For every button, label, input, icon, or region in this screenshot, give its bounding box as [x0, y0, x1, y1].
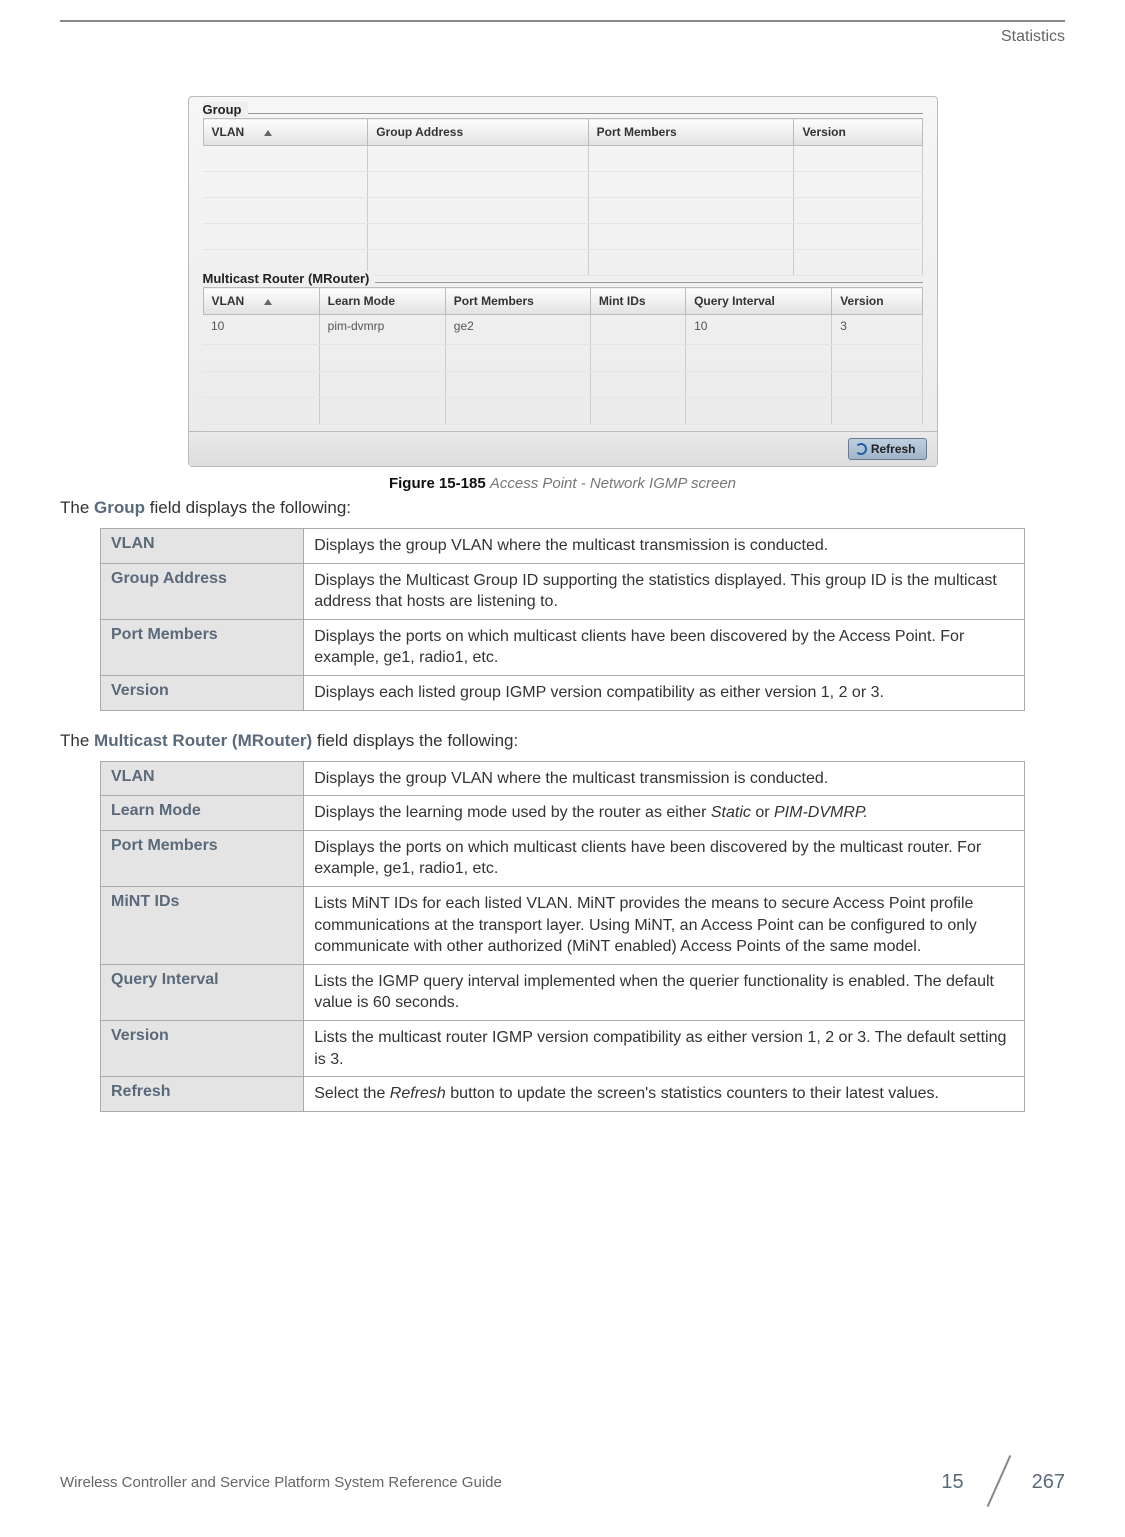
mrouter-col-version[interactable]: Version: [832, 288, 922, 315]
table-row[interactable]: 10 pim-dvmrp ge2 10 3: [203, 315, 922, 345]
refresh-label: Refresh: [871, 442, 916, 456]
desc-label: Port Members: [101, 619, 304, 675]
desc-value: Displays the group VLAN where the multic…: [304, 761, 1024, 796]
figure-title: Access Point - Network IGMP screen: [490, 475, 736, 492]
desc-value: Displays the Multicast Group ID supporti…: [304, 563, 1024, 619]
group-col-version[interactable]: Version: [794, 119, 922, 146]
desc-value: Select the Refresh button to update the …: [304, 1077, 1024, 1112]
group-table: VLAN Group Address Port Members Version: [203, 118, 923, 276]
desc-value: Lists MiNT IDs for each listed VLAN. MiN…: [304, 886, 1024, 964]
desc-label: Group Address: [101, 563, 304, 619]
igmp-screenshot-panel: Group VLAN Group Address Port Members Ve…: [188, 96, 938, 467]
figure-caption: Figure 15-185 Access Point - Network IGM…: [60, 475, 1065, 492]
mrouter-table: VLAN Learn Mode Port Members Mint IDs Qu…: [203, 287, 923, 425]
desc-label: Learn Mode: [101, 796, 304, 831]
mrouter-intro-text: The Multicast Router (MRouter) field dis…: [60, 731, 1065, 751]
mrouter-legend: Multicast Router (MRouter): [203, 271, 376, 286]
desc-label: Query Interval: [101, 964, 304, 1020]
refresh-button[interactable]: Refresh: [848, 438, 927, 460]
mrouter-col-port[interactable]: Port Members: [445, 288, 590, 315]
footer-chapter: 15: [941, 1471, 967, 1494]
sort-asc-icon: [264, 130, 272, 136]
group-col-vlan[interactable]: VLAN: [203, 119, 368, 146]
cell-version: 3: [832, 315, 922, 345]
desc-label: Version: [101, 1020, 304, 1076]
footer-page: 267: [1028, 1471, 1065, 1494]
sort-asc-icon: [264, 299, 272, 305]
cell-learn: pim-dvmrp: [319, 315, 445, 345]
cell-port: ge2: [445, 315, 590, 345]
desc-value: Displays each listed group IGMP version …: [304, 675, 1024, 710]
figure-number: Figure 15-185: [389, 475, 486, 492]
desc-label: Version: [101, 675, 304, 710]
page-header-section: Statistics: [60, 20, 1065, 46]
desc-label: MiNT IDs: [101, 886, 304, 964]
group-description-table: VLANDisplays the group VLAN where the mu…: [100, 528, 1025, 711]
page-content: Group VLAN Group Address Port Members Ve…: [60, 96, 1065, 1112]
group-col-address[interactable]: Group Address: [368, 119, 588, 146]
panel-footer: Refresh: [189, 431, 937, 466]
mrouter-description-table: VLANDisplays the group VLAN where the mu…: [100, 761, 1025, 1112]
mrouter-fieldset: Multicast Router (MRouter) VLAN Learn Mo…: [203, 282, 923, 425]
desc-value: Lists the multicast router IGMP version …: [304, 1020, 1024, 1076]
group-col-port[interactable]: Port Members: [588, 119, 794, 146]
mrouter-col-learn[interactable]: Learn Mode: [319, 288, 445, 315]
cell-query: 10: [686, 315, 832, 345]
desc-label: Refresh: [101, 1077, 304, 1112]
desc-value: Displays the ports on which multicast cl…: [304, 830, 1024, 886]
desc-label: Port Members: [101, 830, 304, 886]
desc-value: Displays the group VLAN where the multic…: [304, 529, 1024, 564]
slash-divider-icon: [968, 1457, 1028, 1507]
cell-vlan: 10: [203, 315, 319, 345]
page-footer: Wireless Controller and Service Platform…: [60, 1457, 1065, 1507]
cell-mint: [590, 315, 685, 345]
desc-value: Displays the ports on which multicast cl…: [304, 619, 1024, 675]
refresh-icon: [855, 443, 867, 455]
group-fieldset: Group VLAN Group Address Port Members Ve…: [203, 113, 923, 276]
mrouter-col-query[interactable]: Query Interval: [686, 288, 832, 315]
desc-label: VLAN: [101, 761, 304, 796]
page-number-box: 15 267: [941, 1457, 1065, 1507]
mrouter-col-mint[interactable]: Mint IDs: [590, 288, 685, 315]
mrouter-col-vlan[interactable]: VLAN: [203, 288, 319, 315]
desc-value: Displays the learning mode used by the r…: [304, 796, 1024, 831]
group-intro-text: The Group field displays the following:: [60, 498, 1065, 518]
footer-doc-title: Wireless Controller and Service Platform…: [60, 1474, 502, 1491]
group-legend: Group: [203, 102, 248, 117]
desc-label: VLAN: [101, 529, 304, 564]
desc-value: Lists the IGMP query interval implemente…: [304, 964, 1024, 1020]
